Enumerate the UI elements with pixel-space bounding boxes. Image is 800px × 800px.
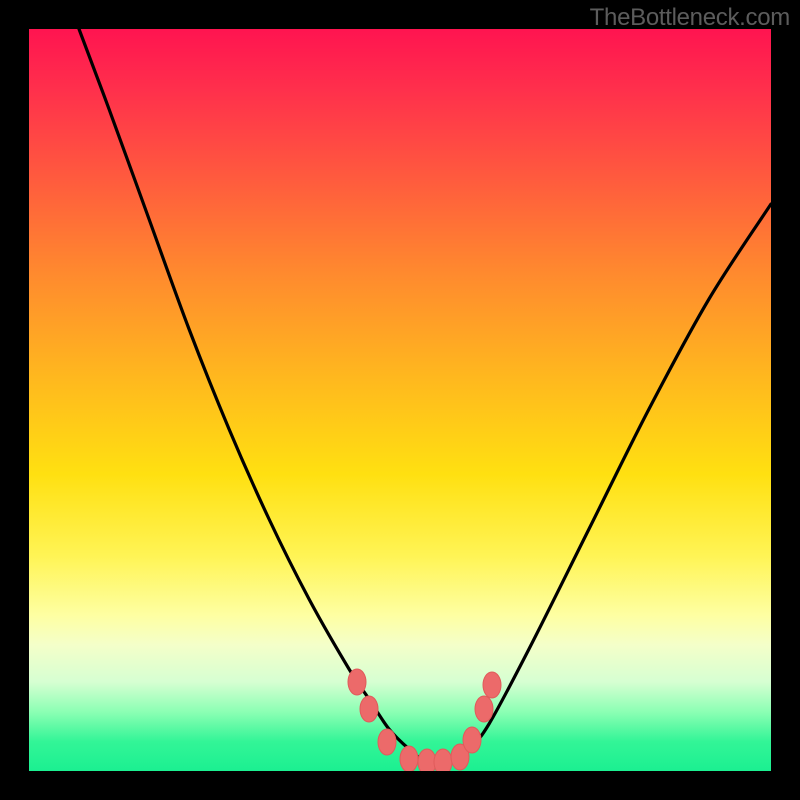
outer-frame: TheBottleneck.com [0,0,800,800]
marker-point [418,749,436,771]
marker-point [463,727,481,753]
chart-svg [29,29,771,771]
watermark-text: TheBottleneck.com [590,4,790,32]
marker-point [348,669,366,695]
marker-point [360,696,378,722]
marker-point [434,749,452,771]
marker-point [400,746,418,771]
bottleneck-curve [79,29,771,766]
marker-group [348,669,501,771]
marker-point [378,729,396,755]
marker-point [483,672,501,698]
plot-area [29,29,771,771]
marker-point [475,696,493,722]
